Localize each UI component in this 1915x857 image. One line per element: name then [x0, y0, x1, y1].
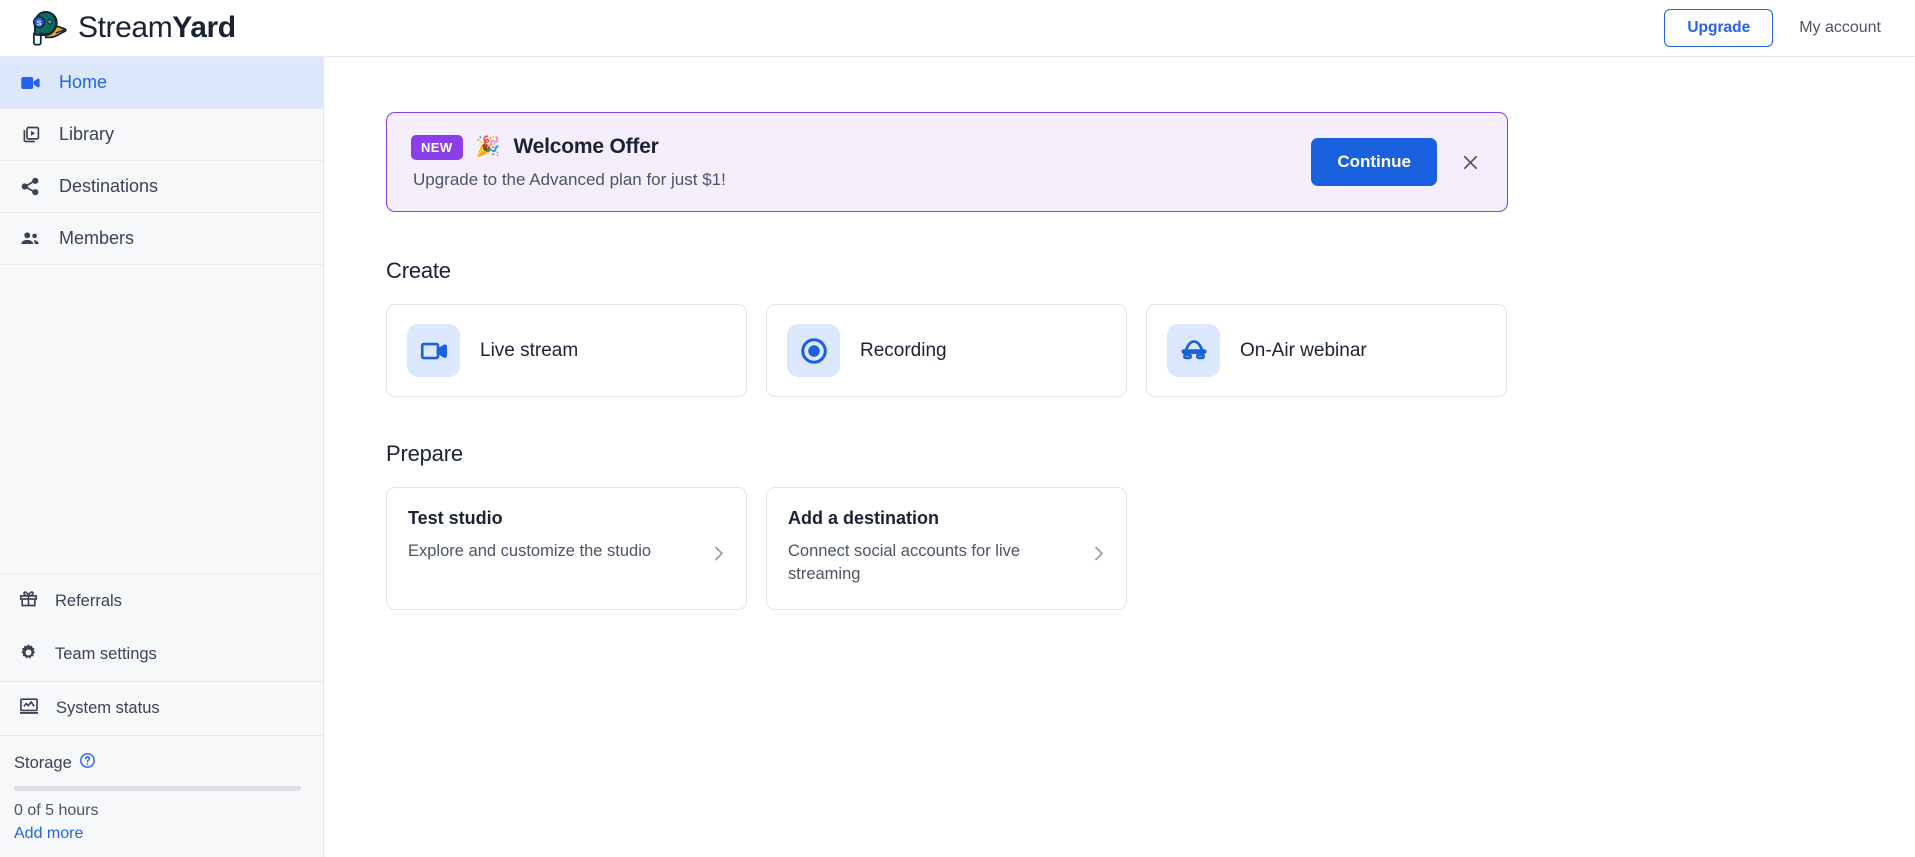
create-card-live-stream[interactable]: Live stream — [386, 304, 747, 397]
record-circle-icon — [787, 324, 840, 377]
gift-icon — [18, 588, 39, 614]
prepare-card-body: Connect social accounts for live streami… — [788, 540, 1106, 585]
top-bar-actions: Upgrade My account — [1664, 9, 1887, 47]
chevron-right-icon — [1092, 544, 1106, 568]
create-card-recording[interactable]: Recording — [766, 304, 1127, 397]
storage-add-more-link[interactable]: Add more — [14, 825, 301, 843]
upgrade-button[interactable]: Upgrade — [1664, 9, 1774, 47]
webinar-icon — [1167, 324, 1220, 377]
continue-button[interactable]: Continue — [1311, 138, 1437, 186]
banner-title: Welcome Offer — [513, 135, 659, 158]
brand-name-bold: Yard — [172, 11, 236, 44]
svg-text:S: S — [37, 18, 42, 27]
brand-wordmark: StreamYard — [78, 11, 236, 45]
top-bar: S StreamYard Upgrade My account — [0, 0, 1915, 57]
prepare-section: Prepare Test studio Explore and customiz… — [386, 441, 1508, 610]
library-icon — [18, 123, 42, 147]
prepare-cards-row: Test studio Explore and customize the st… — [386, 487, 1508, 610]
sidebar-item-referrals[interactable]: Referrals — [0, 574, 323, 628]
sidebar-item-home[interactable]: Home — [0, 57, 323, 109]
create-card-label: Live stream — [480, 339, 579, 361]
sidebar-item-destinations[interactable]: Destinations — [0, 161, 323, 213]
app-root: S StreamYard Upgrade My account Home Lib… — [0, 0, 1915, 857]
sidebar-item-label: Referrals — [55, 591, 122, 610]
gear-icon — [18, 642, 39, 668]
sidebar-item-label: Members — [59, 228, 135, 248]
brand-name-light: Stream — [78, 11, 173, 44]
prepare-card-title: Add a destination — [788, 508, 940, 528]
sidebar-item-label: Team settings — [55, 645, 157, 663]
sidebar-item-members[interactable]: Members — [0, 213, 323, 265]
welcome-offer-banner: NEW 🎉 Welcome Offer Upgrade to the Advan… — [386, 112, 1508, 212]
people-icon — [18, 227, 42, 251]
banner-title-row: NEW 🎉 Welcome Offer — [411, 134, 1311, 160]
new-badge: NEW — [411, 134, 463, 160]
prepare-card-body: Explore and customize the studio — [408, 540, 726, 568]
prepare-card-add-destination[interactable]: Add a destination Connect social account… — [766, 487, 1127, 610]
storage-amount-text: 0 of 5 hours — [14, 802, 99, 819]
create-section-title: Create — [386, 258, 451, 283]
sidebar-item-label: Home — [59, 72, 108, 92]
sidebar-item-label: Library — [59, 124, 115, 144]
prepare-section-title: Prepare — [386, 441, 463, 466]
page-body: Home Library Destinations Members Referr… — [0, 57, 1915, 857]
main-content: NEW 🎉 Welcome Offer Upgrade to the Advan… — [324, 57, 1915, 857]
sidebar-item-library[interactable]: Library — [0, 109, 323, 161]
streamyard-duck-logo-icon: S — [32, 11, 67, 46]
create-cards-row: Live stream Recording On-Air webinar — [386, 304, 1508, 397]
prepare-card-description: Explore and customize the studio — [408, 542, 652, 560]
banner-text-group: NEW 🎉 Welcome Offer Upgrade to the Advan… — [411, 134, 1311, 190]
close-icon[interactable] — [1455, 147, 1485, 177]
prepare-card-test-studio[interactable]: Test studio Explore and customize the st… — [386, 487, 747, 610]
sidebar-primary-nav: Home Library Destinations Members — [0, 57, 323, 265]
prepare-card-title: Test studio — [408, 508, 503, 528]
sidebar-spacer — [0, 265, 323, 574]
sidebar-item-system-status[interactable]: System status — [0, 682, 323, 736]
video-camera-icon — [407, 324, 460, 377]
monitor-chart-icon — [18, 695, 40, 722]
party-popper-icon: 🎉 — [475, 136, 501, 158]
storage-label: Storage — [14, 753, 72, 772]
create-card-label: On-Air webinar — [1240, 339, 1367, 361]
create-card-label: Recording — [860, 339, 947, 361]
create-card-on-air-webinar[interactable]: On-Air webinar — [1146, 304, 1507, 397]
banner-subtitle: Upgrade to the Advanced plan for just $1… — [413, 169, 726, 189]
storage-section: Storage 0 of 5 hours Add more — [0, 736, 323, 857]
sidebar-item-label: System status — [56, 699, 160, 717]
storage-header: Storage — [14, 752, 301, 774]
help-circle-icon[interactable] — [79, 752, 96, 774]
content-column: NEW 🎉 Welcome Offer Upgrade to the Advan… — [386, 112, 1508, 610]
storage-progress-bar — [14, 786, 301, 791]
chevron-right-icon — [712, 544, 726, 568]
sidebar-item-label: Destinations — [59, 176, 159, 196]
sidebar-item-team-settings[interactable]: Team settings — [0, 628, 323, 682]
my-account-link[interactable]: My account — [1799, 19, 1887, 37]
sidebar: Home Library Destinations Members Referr… — [0, 57, 324, 857]
prepare-card-description: Connect social accounts for live streami… — [788, 542, 1021, 583]
sidebar-secondary-nav: Referrals Team settings System status St… — [0, 574, 323, 857]
brand-logo-group[interactable]: S StreamYard — [26, 9, 236, 47]
share-icon — [18, 175, 42, 199]
create-section: Create Live stream Recording On-Air webi… — [386, 258, 1508, 397]
video-camera-icon — [18, 71, 42, 95]
